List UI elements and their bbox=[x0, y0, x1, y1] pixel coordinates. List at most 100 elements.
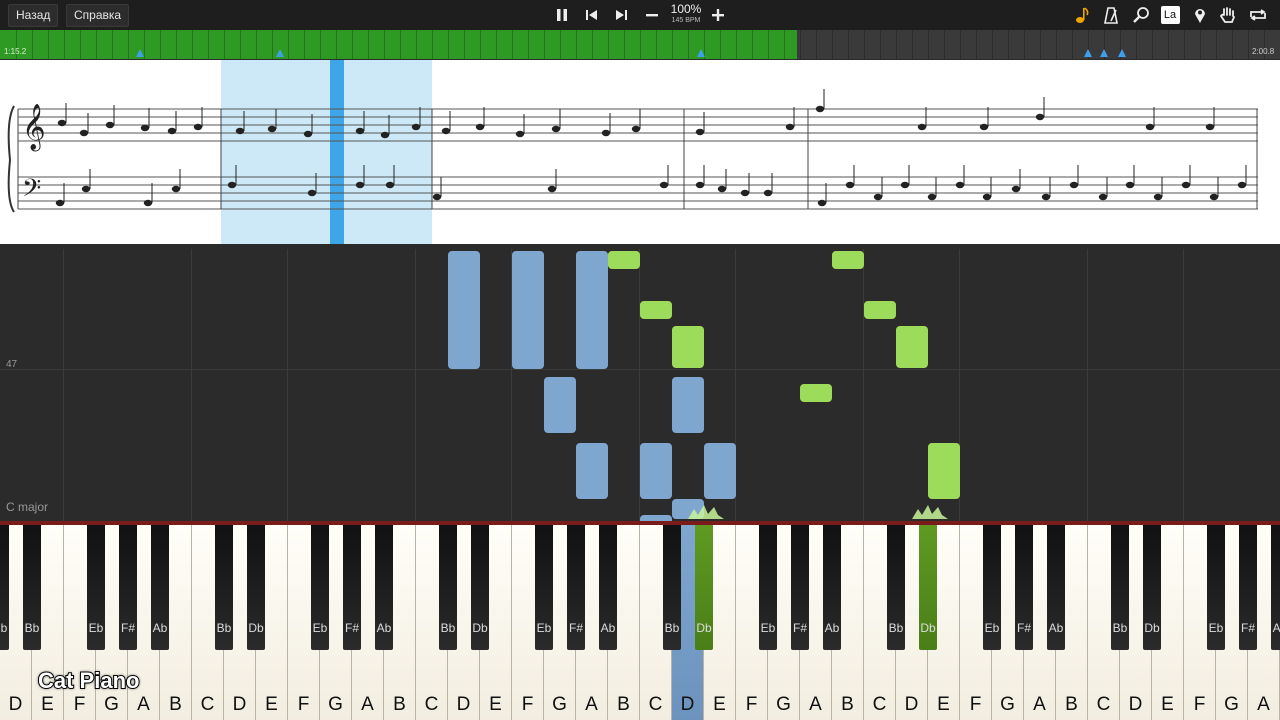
falling-note bbox=[576, 443, 608, 499]
black-key-bb[interactable]: Bb bbox=[0, 525, 9, 650]
key-label-text: La bbox=[1160, 6, 1180, 24]
black-key-ab[interactable]: Ab bbox=[375, 525, 393, 650]
hit-glow bbox=[688, 505, 724, 519]
metronome-icon[interactable] bbox=[1099, 3, 1123, 27]
key-label-icon[interactable]: La bbox=[1158, 3, 1182, 27]
minus-icon[interactable] bbox=[640, 3, 664, 27]
black-key-eb[interactable]: Eb bbox=[311, 525, 329, 650]
black-key-eb[interactable]: Eb bbox=[535, 525, 553, 650]
black-key-eb[interactable]: Eb bbox=[87, 525, 105, 650]
timeline-tick bbox=[816, 30, 817, 59]
roll-grid-line bbox=[287, 249, 288, 521]
black-key-db[interactable]: Db bbox=[247, 525, 265, 650]
key-label: F# bbox=[792, 621, 807, 635]
notehead bbox=[355, 181, 365, 189]
piano-keyboard[interactable]: DEFGABCDEFGABCDEFGABCDEFGABCDEFGABCDEFGA… bbox=[0, 525, 1280, 720]
notehead bbox=[740, 189, 750, 197]
key-label: Eb bbox=[312, 621, 328, 635]
marker-icon[interactable] bbox=[1188, 3, 1212, 27]
timeline-tick bbox=[496, 30, 497, 59]
black-key-ab[interactable]: Ab bbox=[1047, 525, 1065, 650]
loop-icon[interactable] bbox=[1246, 3, 1270, 27]
notehead bbox=[659, 181, 669, 189]
timeline-tick bbox=[928, 30, 929, 59]
black-key-ab[interactable]: Ab bbox=[151, 525, 169, 650]
prev-icon[interactable] bbox=[580, 3, 604, 27]
key-label: Db bbox=[920, 621, 936, 635]
timeline-tick bbox=[576, 30, 577, 59]
timeline-marker[interactable] bbox=[697, 49, 705, 57]
key-label: G bbox=[1000, 694, 1015, 715]
black-key-bb[interactable]: Bb bbox=[887, 525, 905, 650]
next-icon[interactable] bbox=[609, 3, 633, 27]
key-label: E bbox=[265, 694, 278, 715]
black-key-fsharp[interactable]: F# bbox=[1239, 525, 1257, 650]
black-key-ab[interactable]: Ab bbox=[599, 525, 617, 650]
notehead bbox=[845, 181, 855, 189]
timeline-scrubber[interactable]: 1:15.2 2:00.8 bbox=[0, 30, 1280, 59]
black-key-db[interactable]: Db bbox=[919, 525, 937, 650]
notehead bbox=[979, 123, 989, 131]
black-key-fsharp[interactable]: F# bbox=[567, 525, 585, 650]
timeline-tick bbox=[1024, 30, 1025, 59]
help-button[interactable]: Справка bbox=[66, 4, 130, 27]
note-icon[interactable] bbox=[1070, 3, 1094, 27]
key-label: F# bbox=[120, 621, 135, 635]
black-key-fsharp[interactable]: F# bbox=[791, 525, 809, 650]
black-key-eb[interactable]: Eb bbox=[983, 525, 1001, 650]
pause-icon[interactable] bbox=[550, 3, 574, 27]
falling-note bbox=[704, 443, 736, 499]
timeline-tick bbox=[1232, 30, 1233, 59]
timeline-marker[interactable] bbox=[1084, 49, 1092, 57]
key-label: D bbox=[680, 694, 695, 715]
key-label: Ab bbox=[824, 621, 840, 635]
timeline-marker[interactable] bbox=[1118, 49, 1126, 57]
notehead bbox=[1035, 113, 1045, 121]
black-key-fsharp[interactable]: F# bbox=[1015, 525, 1033, 650]
key-label: A bbox=[1257, 694, 1270, 715]
black-key-eb[interactable]: Eb bbox=[759, 525, 777, 650]
black-key-db[interactable]: Db bbox=[1143, 525, 1161, 650]
hand-icon[interactable] bbox=[1216, 3, 1240, 27]
timeline-tick bbox=[544, 30, 545, 59]
sheet-music[interactable]: 𝄞 𝄢 bbox=[0, 60, 1280, 244]
timeline-tick bbox=[432, 30, 433, 59]
timeline-tick bbox=[208, 30, 209, 59]
timeline-marker[interactable] bbox=[276, 49, 284, 57]
timeline-tick bbox=[528, 30, 529, 59]
key-label: A bbox=[1033, 694, 1046, 715]
notehead bbox=[355, 127, 365, 135]
black-key-eb[interactable]: Eb bbox=[1207, 525, 1225, 650]
black-key-bb[interactable]: Bb bbox=[23, 525, 41, 650]
black-key-db[interactable]: Db bbox=[471, 525, 489, 650]
notehead bbox=[380, 131, 390, 139]
black-key-db[interactable]: Db bbox=[695, 525, 713, 650]
black-key-bb[interactable]: Bb bbox=[439, 525, 457, 650]
timeline-marker[interactable] bbox=[1100, 49, 1108, 57]
notehead bbox=[79, 129, 89, 137]
black-key-bb[interactable]: Bb bbox=[215, 525, 233, 650]
timeline-end-time: 2:00.8 bbox=[1252, 47, 1275, 56]
timeline-tick bbox=[864, 30, 865, 59]
black-key-fsharp[interactable]: F# bbox=[119, 525, 137, 650]
key-label: D bbox=[232, 694, 247, 715]
timeline-tick bbox=[592, 30, 593, 59]
timeline-tick bbox=[192, 30, 193, 59]
key-label: F# bbox=[1240, 621, 1255, 635]
plus-icon[interactable] bbox=[706, 3, 730, 27]
notehead bbox=[193, 123, 203, 131]
notehead bbox=[695, 181, 705, 189]
timeline-tick bbox=[1168, 30, 1169, 59]
falling-note bbox=[640, 301, 672, 319]
black-key-fsharp[interactable]: F# bbox=[343, 525, 361, 650]
notehead bbox=[982, 193, 992, 201]
black-key-ab[interactable]: Ab bbox=[823, 525, 841, 650]
black-key-bb[interactable]: Bb bbox=[663, 525, 681, 650]
back-button[interactable]: Назад bbox=[8, 4, 59, 27]
black-key-ab[interactable]: Ab bbox=[1271, 525, 1280, 650]
search-icon[interactable] bbox=[1129, 3, 1153, 27]
barlines bbox=[17, 109, 1258, 209]
timeline-marker[interactable] bbox=[136, 49, 144, 57]
falling-note bbox=[640, 443, 672, 499]
black-key-bb[interactable]: Bb bbox=[1111, 525, 1129, 650]
